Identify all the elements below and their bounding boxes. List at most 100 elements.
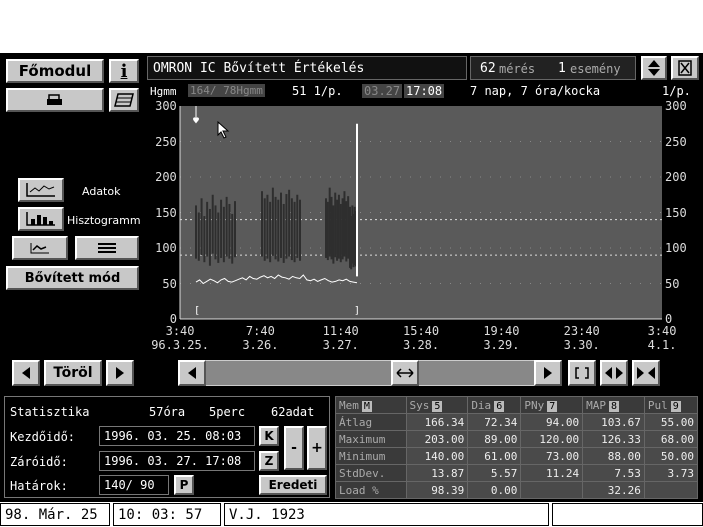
scroll-updown-button[interactable] bbox=[641, 56, 667, 80]
stats-header-cell[interactable]: Dia 6 bbox=[467, 396, 522, 414]
stats-row: Minimum 140.00 61.00 73.00 88.00 50.00 bbox=[335, 447, 699, 465]
y-tick-label: 150 bbox=[155, 205, 177, 220]
bp-bar bbox=[197, 212, 200, 261]
stats-cell: 13.87 bbox=[405, 464, 469, 482]
minus-button[interactable]: - bbox=[284, 426, 304, 470]
y-tick-label: 50 bbox=[162, 276, 177, 291]
info-button[interactable]: i bbox=[109, 59, 139, 83]
end-key-button[interactable]: Z bbox=[259, 451, 279, 471]
list-mode-button[interactable] bbox=[75, 236, 139, 260]
event-marker-icon: ♥ bbox=[193, 116, 200, 127]
end-key-label: Z bbox=[264, 454, 274, 468]
stats-header-cell[interactable]: Mem M bbox=[335, 396, 407, 414]
start-time-field[interactable]: 1996. 03. 25. 08:03 bbox=[99, 426, 255, 446]
y-tick-label-right: 200 bbox=[665, 170, 687, 184]
exit-button[interactable] bbox=[671, 56, 699, 80]
end-time-field[interactable]: 1996. 03. 27. 17:08 bbox=[99, 451, 255, 471]
stats-cell: 89.00 bbox=[467, 430, 522, 448]
stats-header-cell[interactable]: Pul 9 bbox=[643, 396, 699, 414]
bp-bar bbox=[293, 201, 296, 263]
bp-bar bbox=[225, 196, 228, 257]
expand-icon bbox=[605, 367, 623, 379]
extended-mode-button[interactable]: Bővített mód bbox=[6, 266, 139, 290]
chart-scrollbar-track[interactable] bbox=[178, 360, 562, 386]
scroll-left-button[interactable] bbox=[178, 360, 206, 386]
zoom-in-button[interactable] bbox=[632, 360, 660, 386]
x-tick-time: 3:40 bbox=[165, 324, 195, 338]
stats-cell: 126.33 bbox=[582, 430, 645, 448]
stats-header-cell[interactable]: Sys 5 bbox=[405, 396, 469, 414]
zoom-out-button[interactable] bbox=[600, 360, 628, 386]
y-tick-label-right: 50 bbox=[665, 276, 680, 291]
stats-cell bbox=[643, 481, 699, 499]
bp-bar bbox=[263, 198, 266, 261]
x-tick-date: 3.27. bbox=[322, 338, 359, 352]
stats-header-label: Dia bbox=[471, 398, 492, 412]
status-version: V.J. 1923 bbox=[224, 503, 549, 526]
bp-bar bbox=[234, 201, 236, 258]
stats-row-label: Átlag bbox=[335, 413, 407, 431]
stats-row-label: Load % bbox=[335, 481, 407, 499]
data-view-label: Adatok bbox=[82, 185, 121, 198]
bp-bar bbox=[271, 187, 274, 256]
delete-next-button[interactable] bbox=[106, 360, 134, 386]
window-title: OMRON IC Bővített Értékelés bbox=[153, 61, 365, 76]
stats-cell: 72.34 bbox=[467, 413, 522, 431]
y-tick-label-right: 250 bbox=[665, 134, 687, 149]
arrow-right-icon bbox=[116, 367, 124, 379]
curve-mode-button[interactable] bbox=[12, 236, 68, 260]
y-tick-label-right: 100 bbox=[665, 241, 687, 255]
stats-cell: 166.34 bbox=[405, 413, 469, 431]
extended-mode-label: Bővített mód bbox=[24, 270, 121, 286]
limits-key-label: P bbox=[179, 478, 189, 492]
scroll-right-button[interactable] bbox=[534, 360, 562, 386]
measure-count: 62 bbox=[480, 61, 496, 76]
delete-button[interactable]: Töröl bbox=[44, 360, 102, 386]
plus-button[interactable]: + bbox=[307, 426, 327, 470]
bp-bar bbox=[328, 187, 331, 257]
bp-bar bbox=[211, 194, 214, 254]
bp-bar bbox=[266, 194, 269, 259]
mouse-pointer-icon bbox=[217, 121, 230, 139]
histogram-button[interactable] bbox=[18, 207, 64, 231]
stats-cell: 0.00 bbox=[467, 481, 522, 499]
curve-icon bbox=[30, 243, 49, 254]
stats-row-label: Minimum bbox=[335, 447, 407, 465]
original-button[interactable]: Eredeti bbox=[259, 475, 327, 495]
bp-bar bbox=[200, 198, 203, 256]
stats-header-label: Mem bbox=[339, 398, 359, 412]
histogram-icon bbox=[26, 212, 55, 226]
bp-bar bbox=[277, 199, 280, 262]
stats-header-cell[interactable]: MAP 8 bbox=[582, 396, 645, 414]
stats-header-key: 8 bbox=[609, 400, 620, 412]
zoom-bracket-button[interactable] bbox=[568, 360, 596, 386]
stats-header-row: Mem M Sys 5 Dia 6 PNy 7 MAP 8 Pul 9 bbox=[335, 396, 699, 414]
stats-cell: 88.00 bbox=[582, 447, 645, 465]
x-tick-date: 96.3.25. bbox=[151, 338, 209, 352]
stats-header-label: MAP bbox=[586, 398, 606, 412]
stats-cell: 7.53 bbox=[582, 464, 645, 482]
bp-bar bbox=[332, 205, 335, 264]
limits-field[interactable]: 140/ 90 bbox=[99, 475, 169, 495]
y-tick-label: 200 bbox=[155, 170, 177, 184]
limits-label: Határok: bbox=[10, 479, 68, 493]
up-down-arrows-icon bbox=[648, 60, 660, 76]
main-module-button[interactable]: Főmodul bbox=[6, 59, 104, 83]
scroll-thumb[interactable] bbox=[391, 360, 419, 386]
stats-row-label: Maximum bbox=[335, 430, 407, 448]
delete-prev-button[interactable] bbox=[12, 360, 40, 386]
histogram-label: Hisztogramm bbox=[67, 214, 141, 227]
x-tick-time: 3:40 bbox=[647, 324, 677, 338]
status-empty bbox=[552, 503, 703, 526]
limits-key-button[interactable]: P bbox=[174, 475, 194, 495]
data-view-button[interactable] bbox=[18, 178, 64, 202]
end-bracket: ] bbox=[354, 305, 360, 316]
start-key-button[interactable]: K bbox=[259, 426, 279, 446]
stats-header-cell[interactable]: PNy 7 bbox=[520, 396, 584, 414]
y-tick-label: 100 bbox=[155, 241, 177, 255]
x-tick-time: 15:40 bbox=[403, 324, 440, 338]
start-time-label: Kezdőidő: bbox=[10, 430, 76, 444]
stats-header-key: M bbox=[361, 400, 372, 412]
delete-label: Töröl bbox=[53, 365, 93, 381]
bp-bar bbox=[288, 189, 291, 257]
